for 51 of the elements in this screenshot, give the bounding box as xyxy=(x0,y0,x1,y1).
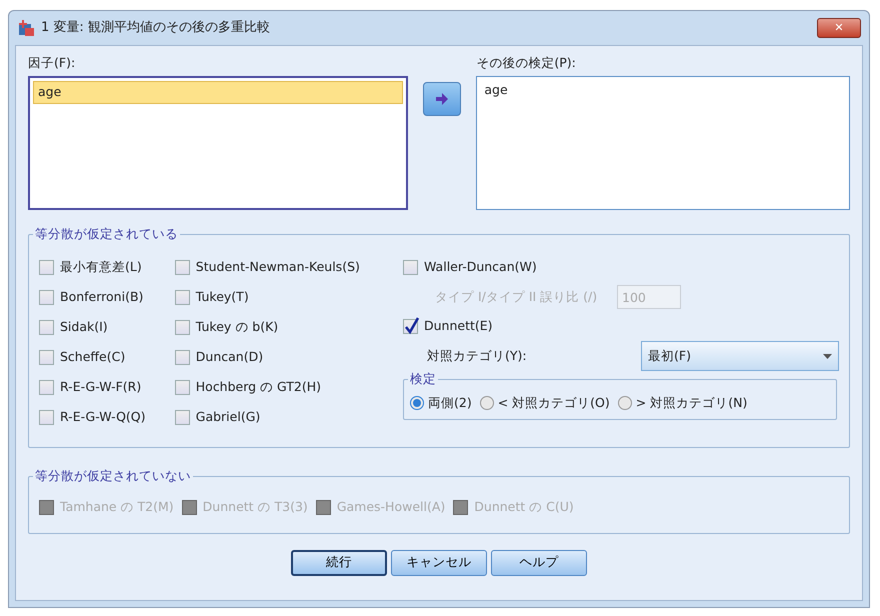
checkbox[interactable] xyxy=(403,260,418,276)
factors-list[interactable]: age xyxy=(28,76,408,210)
checkbox[interactable] xyxy=(39,290,54,306)
group-title: 検定 xyxy=(408,370,438,387)
checkbox-label[interactable]: Hochberg の GT2(H) xyxy=(196,378,322,398)
checkbox[interactable] xyxy=(39,260,54,276)
checkbox[interactable] xyxy=(403,319,418,334)
group-title: 等分散が仮定されている xyxy=(33,226,180,242)
ratio-label: タイプ I/タイプ II 誤り比 (/) xyxy=(435,288,598,306)
checkbox-label[interactable]: Duncan(D) xyxy=(196,348,264,368)
radio-option[interactable]: > 対照カテゴリ(N) xyxy=(618,394,748,412)
dialog-button[interactable]: 続行 xyxy=(291,550,387,576)
window-title: 1 変量: 観測平均値のその後の多重比較 xyxy=(41,19,270,38)
control-category-label: 対照カテゴリ(Y): xyxy=(427,346,528,365)
radio-option[interactable]: < 対照カテゴリ(O) xyxy=(480,394,610,412)
checkbox-label[interactable]: Student-Newman-Keuls(S) xyxy=(196,258,360,278)
move-button[interactable] xyxy=(422,82,461,116)
checkbox[interactable] xyxy=(39,350,54,366)
checkbox-label[interactable]: Tukey(T) xyxy=(196,288,249,308)
radio-option[interactable]: 両側(2) xyxy=(410,394,472,412)
factors-label: 因子(F): xyxy=(28,54,76,72)
caret-icon xyxy=(823,354,832,359)
post-hoc-label: その後の検定(P): xyxy=(476,54,577,72)
dialog-button[interactable]: キャンセル xyxy=(391,550,487,576)
checkbox-label[interactable]: Scheffe(C) xyxy=(60,348,126,368)
checkbox[interactable] xyxy=(174,320,190,336)
checkbox[interactable] xyxy=(174,290,190,306)
post-hoc-list[interactable]: age xyxy=(476,76,850,210)
checkbox[interactable] xyxy=(39,320,54,336)
checkbox[interactable] xyxy=(174,410,190,426)
control-category-dropdown[interactable]: 最初(F) xyxy=(641,341,839,372)
checkbox[interactable] xyxy=(174,380,190,396)
checkbox-label[interactable]: R-E-G-W-Q(Q) xyxy=(60,408,146,428)
app-icon xyxy=(17,19,35,37)
checkbox-label[interactable]: Bonferroni(B) xyxy=(60,288,144,308)
group-title: 等分散が仮定されていない xyxy=(33,468,193,484)
checkbox[interactable] xyxy=(174,350,190,366)
checkbox[interactable] xyxy=(39,410,54,426)
checkbox[interactable] xyxy=(174,260,190,276)
checkbox-label[interactable]: Waller-Duncan(W) xyxy=(424,258,537,278)
list-item[interactable]: age xyxy=(33,80,403,104)
list-item[interactable]: age xyxy=(480,80,846,100)
checkbox-label[interactable]: Gabriel(G) xyxy=(196,408,260,428)
checkbox-label[interactable]: Tukey の b(K) xyxy=(196,318,278,338)
checkbox[interactable] xyxy=(39,380,54,396)
checkbox-label[interactable]: Dunnett(E) xyxy=(424,317,493,336)
dialog-button[interactable]: ヘルプ xyxy=(491,550,587,576)
arrow-icon xyxy=(434,93,449,105)
checkbox-label[interactable]: 最小有意差(L) xyxy=(60,258,142,278)
checkbox-label[interactable]: Sidak(I) xyxy=(60,318,108,338)
checkbox-label[interactable]: R-E-G-W-F(R) xyxy=(60,378,142,398)
